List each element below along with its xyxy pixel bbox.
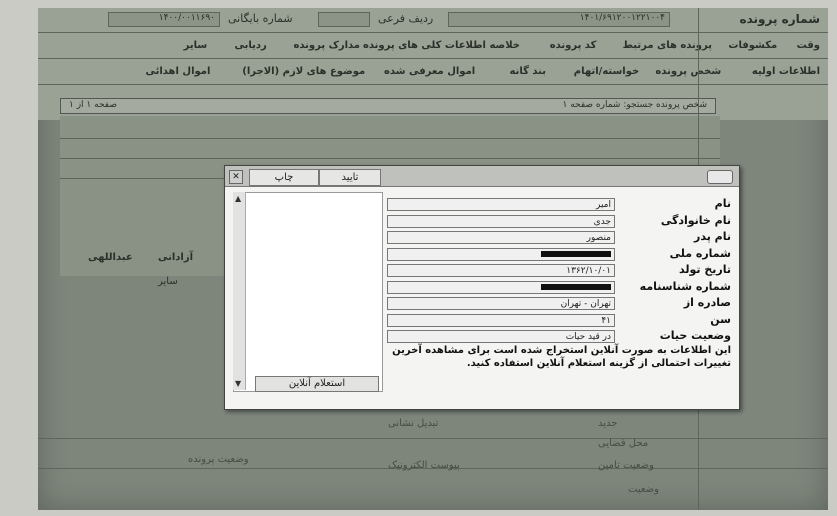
file-number-value: ۱۴۰۱/۶۹۱۲۰۰۱۲۲۱۰۰۴	[579, 13, 665, 23]
field-value-text: در قید حیات	[565, 332, 611, 342]
bg-tab-row2-6[interactable]: اموال اهدائی	[145, 66, 210, 77]
divider	[38, 438, 828, 439]
field-value-4[interactable]: ۱۳۶۲/۱۰/۰۱	[387, 264, 615, 277]
confirm-tab[interactable]: تایید	[319, 169, 381, 186]
bottom-label-5: وضعیت تامین	[598, 460, 654, 471]
file-number-field[interactable]: ۱۴۰۱/۶۹۱۲۰۰۱۲۲۱۰۰۴	[448, 12, 670, 27]
bg-tab-row1-1[interactable]: مکشوفات	[728, 40, 777, 51]
field-value-0[interactable]: امیر	[387, 198, 615, 211]
bg-tab-row1-7[interactable]: سایر	[184, 40, 208, 51]
bg-tab-row2-2[interactable]: خواسته/اتهام	[574, 66, 639, 77]
bottom-label-4: پیوست الکترونیک	[388, 460, 460, 471]
pagination-page: صفحه ۱ از ۱	[69, 100, 117, 110]
bg-tab-row1-5[interactable]: مدارک پرونده	[294, 40, 361, 51]
field-label-0: نام	[714, 197, 731, 210]
field-value-5[interactable]	[387, 280, 615, 294]
field-value-text: تهران - تهران	[560, 299, 611, 309]
redaction-bar	[541, 284, 611, 290]
scroll-down-icon[interactable]: ▼	[235, 379, 241, 388]
archive-label: شماره بایگانی	[228, 12, 293, 25]
field-label-3: شماره ملی	[669, 246, 731, 260]
scrollbar[interactable]: ▲ ▼	[233, 192, 246, 390]
field-label-6: صادره از	[683, 296, 731, 309]
grid-row-line	[60, 138, 720, 139]
online-info-note: این اطلاعات به صورت آنلاین استخراج شده ا…	[392, 345, 731, 369]
archive-value: ۱۴۰۰/۰۰۱۱۶۹۰	[158, 13, 215, 23]
file-number-label: شماره پرونده	[739, 12, 820, 26]
row-field[interactable]	[318, 12, 370, 27]
bottom-label-3: محل قضایی	[598, 438, 649, 449]
field-label-7: سن	[710, 312, 731, 326]
redaction-bar	[541, 251, 611, 257]
field-label-5: شماره شناسنامه	[639, 279, 731, 293]
person-info-dialog: ✕ چاپ تایید ▲ ▼ استعلام آنلاین نام امیر نا…	[224, 165, 740, 410]
divider	[38, 32, 828, 33]
print-tab[interactable]: چاپ	[249, 169, 319, 186]
bottom-label-1: جدید	[598, 418, 618, 429]
bottom-label-6: وضعیت	[628, 484, 659, 495]
divider	[38, 58, 828, 59]
pagination-bar[interactable]: شخص پرونده جستجو: شماره صفحه ۱ صفحه ۱ از…	[60, 98, 716, 114]
side-value-2: سایر	[158, 276, 178, 287]
bg-tab-row2-1[interactable]: شخص پرونده	[655, 66, 721, 77]
field-value-text: امیر	[595, 200, 611, 210]
field-label-8: وضعیت حیات	[659, 329, 731, 342]
photo-list-panel	[233, 192, 383, 392]
field-value-3[interactable]	[387, 247, 615, 261]
side-value-0: آزادانی	[158, 252, 194, 263]
field-value-2[interactable]: منصور	[387, 231, 615, 244]
bg-tab-row1-0[interactable]: وقت	[797, 40, 820, 51]
bg-tab-row2-5[interactable]: موضوع های لازم (الاجرا)	[242, 66, 365, 77]
field-value-text: ۴۱	[601, 315, 611, 326]
field-label-4: تاریخ تولد	[679, 263, 731, 276]
pagination-text: شخص پرونده جستجو: شماره صفحه ۱	[562, 100, 707, 110]
bg-tab-row2-3[interactable]: بند گانه	[510, 66, 546, 77]
row-label: ردیف فرعی	[378, 12, 434, 25]
field-value-text: ۱۳۶۲/۱۰/۰۱	[566, 266, 611, 276]
divider	[38, 84, 828, 85]
field-value-6[interactable]: تهران - تهران	[387, 297, 615, 310]
field-value-text: منصور	[586, 233, 611, 243]
field-value-text: جدی	[593, 216, 611, 227]
bg-tab-row2-0[interactable]: اطلاعات اولیه	[752, 66, 820, 77]
dialog-titlebar: ✕ چاپ تایید	[225, 166, 739, 187]
field-label-2: نام پدر	[694, 230, 731, 243]
archive-field[interactable]: ۱۴۰۰/۰۰۱۱۶۹۰	[108, 12, 220, 27]
window-controls-icon[interactable]	[707, 170, 733, 184]
bg-tab-row1-4[interactable]: خلاصه اطلاعات کلی های پرونده	[363, 40, 520, 51]
online-inquiry-button[interactable]: استعلام آنلاین	[255, 376, 379, 392]
close-icon[interactable]: ✕	[229, 170, 243, 184]
field-value-7[interactable]: ۴۱	[387, 313, 615, 327]
side-value-1: عبداللهی	[88, 252, 133, 263]
bg-tab-row2-4[interactable]: اموال معرفی شده	[384, 66, 475, 77]
scroll-up-icon[interactable]: ▲	[235, 194, 241, 203]
bg-tab-row1-3[interactable]: کد پرونده	[550, 40, 597, 51]
bottom-label-0: تبدیل نشانی	[388, 418, 439, 429]
field-value-8[interactable]: در قید حیات	[387, 330, 615, 343]
bg-tab-row1-6[interactable]: ردیابی	[235, 40, 267, 51]
grid-row-line	[60, 158, 720, 159]
field-label-1: نام خانوادگی	[660, 213, 731, 227]
field-value-1[interactable]: جدی	[387, 214, 615, 228]
bottom-label-2: وضعیت پرونده	[188, 454, 249, 465]
